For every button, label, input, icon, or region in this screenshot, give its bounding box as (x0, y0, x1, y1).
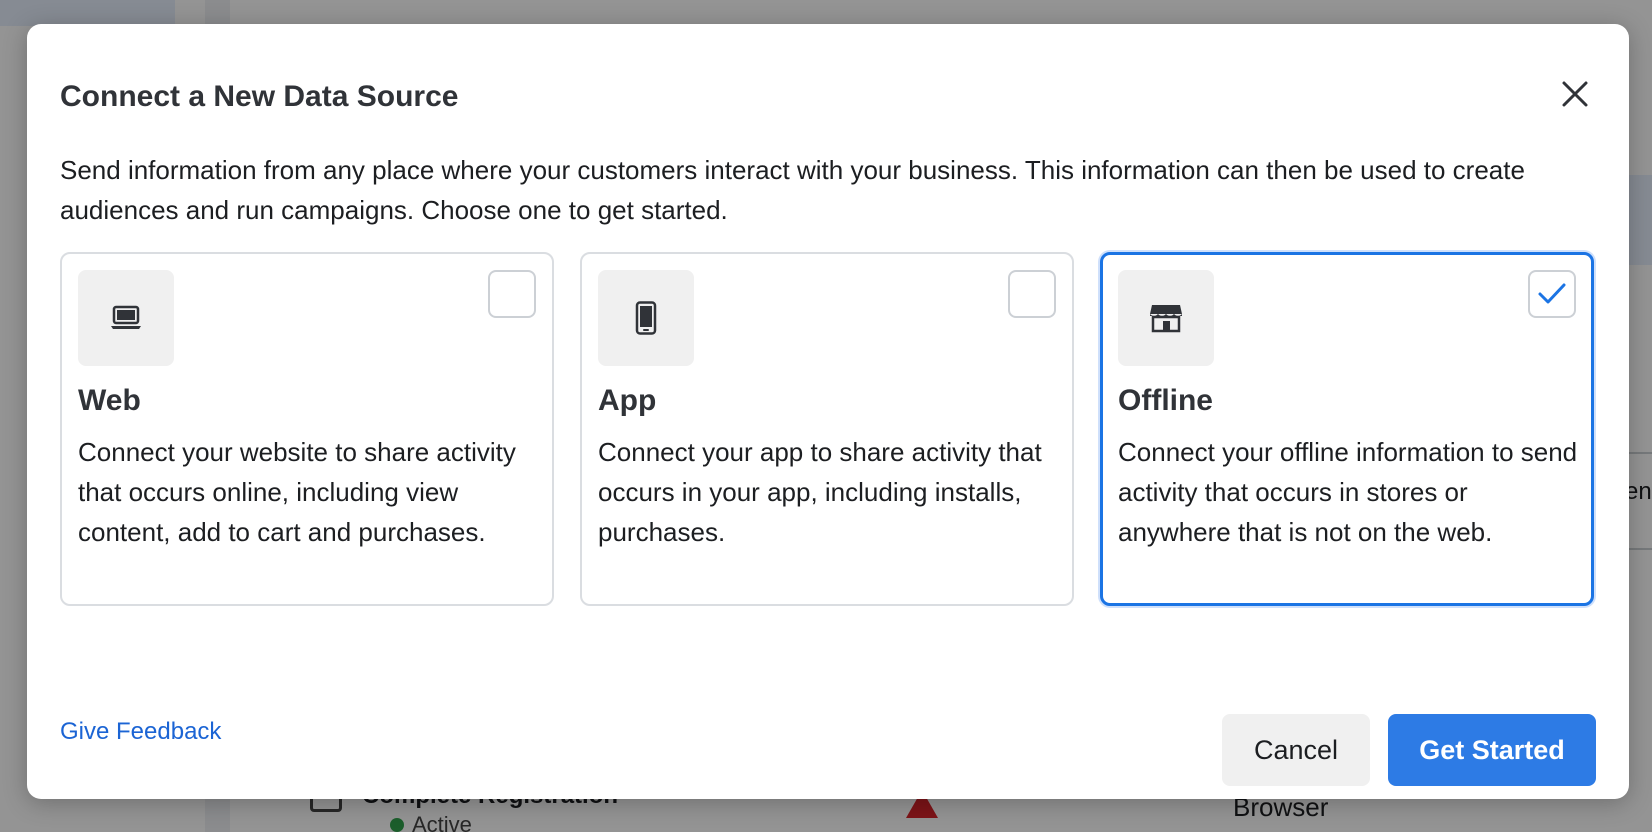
data-source-options: Web Connect your website to share activi… (60, 252, 1594, 606)
option-checkbox-checked[interactable] (1528, 270, 1576, 318)
option-description: Connect your offline information to send… (1118, 437, 1578, 547)
mobile-phone-icon (635, 301, 657, 335)
connect-data-source-dialog: Connect a New Data Source Send informati… (27, 24, 1629, 799)
option-icon-container (78, 270, 174, 366)
option-title: Web (78, 384, 141, 417)
option-card-app[interactable]: App Connect your app to share activity t… (580, 252, 1074, 606)
checkmark-icon (1538, 283, 1566, 304)
option-checkbox[interactable] (488, 270, 536, 318)
dialog-title: Connect a New Data Source (60, 80, 459, 113)
option-checkbox[interactable] (1008, 270, 1056, 318)
store-icon (1150, 305, 1182, 333)
option-description: Connect your website to share activity t… (78, 437, 516, 547)
option-title: App (598, 384, 657, 417)
give-feedback-link[interactable]: Give Feedback (60, 718, 221, 746)
option-icon-container (1118, 270, 1214, 366)
option-description: Connect your app to share activity that … (598, 437, 1042, 547)
option-title: Offline (1118, 384, 1213, 417)
close-button[interactable] (1555, 74, 1595, 114)
cancel-button[interactable]: Cancel (1222, 714, 1370, 786)
option-card-web[interactable]: Web Connect your website to share activi… (60, 252, 554, 606)
option-icon-container (598, 270, 694, 366)
get-started-button[interactable]: Get Started (1388, 714, 1596, 786)
close-icon (1562, 81, 1588, 107)
dialog-description: Send information from any place where yo… (60, 155, 1525, 225)
laptop-icon (111, 305, 141, 329)
option-card-offline[interactable]: Offline Connect your offline information… (1100, 252, 1594, 606)
